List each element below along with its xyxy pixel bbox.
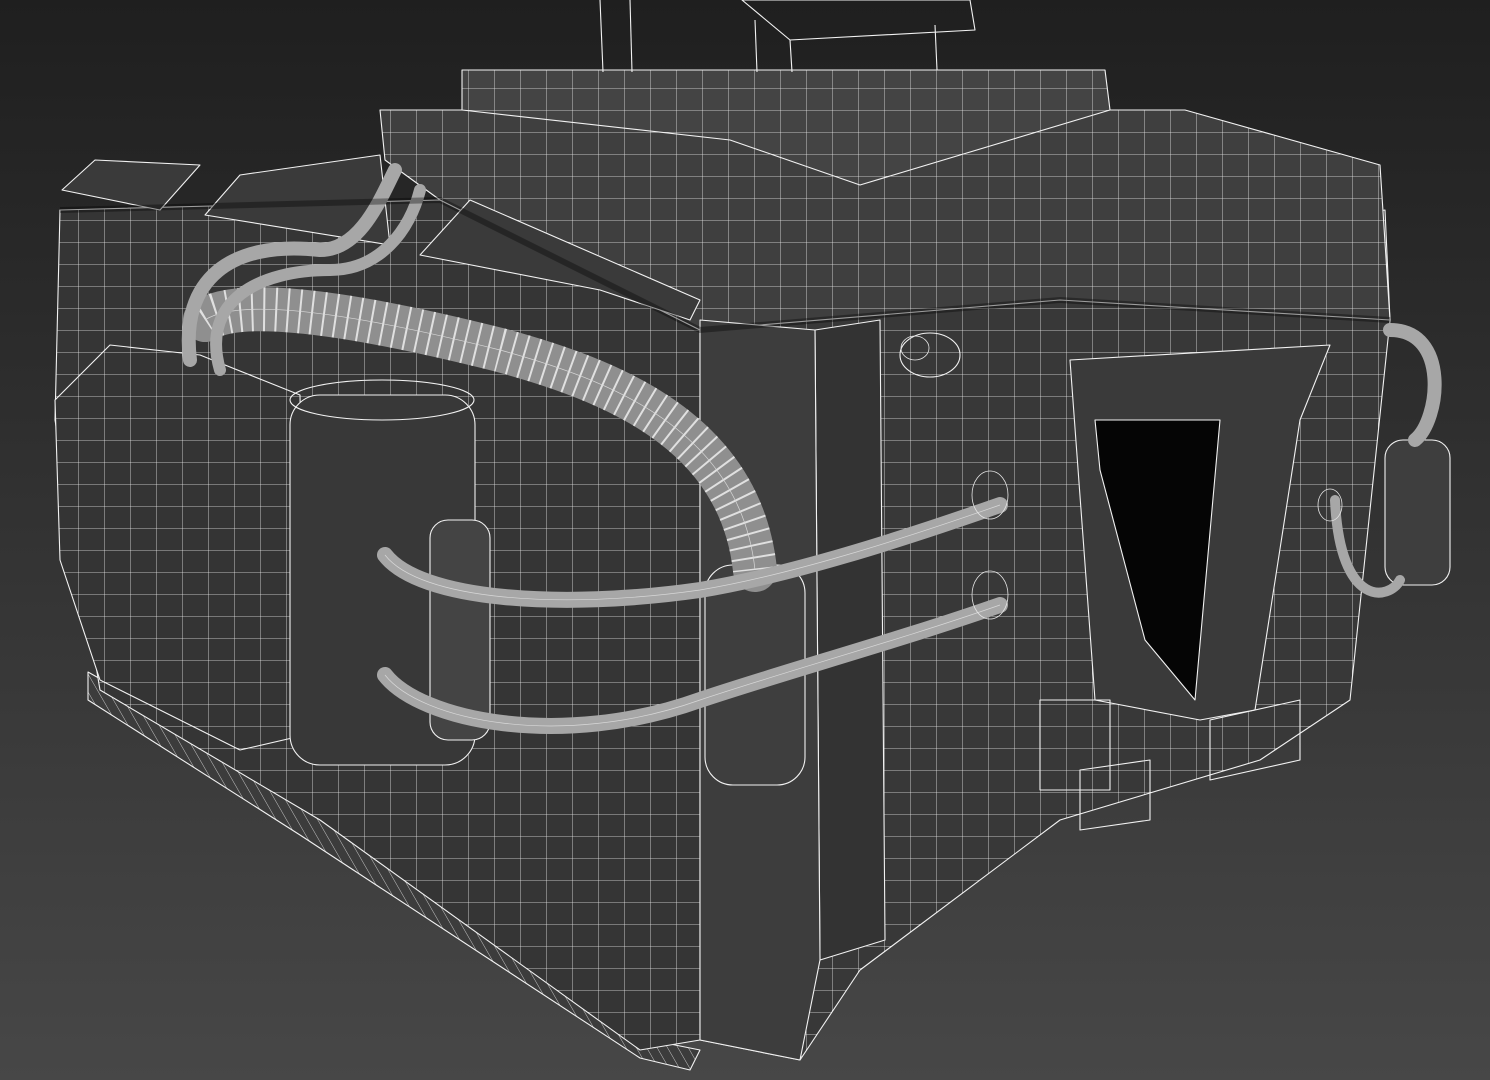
right-side-tank (1384, 439, 1451, 586)
3d-viewport[interactable] (0, 0, 1490, 1080)
viewport-canvas (0, 0, 1490, 1080)
